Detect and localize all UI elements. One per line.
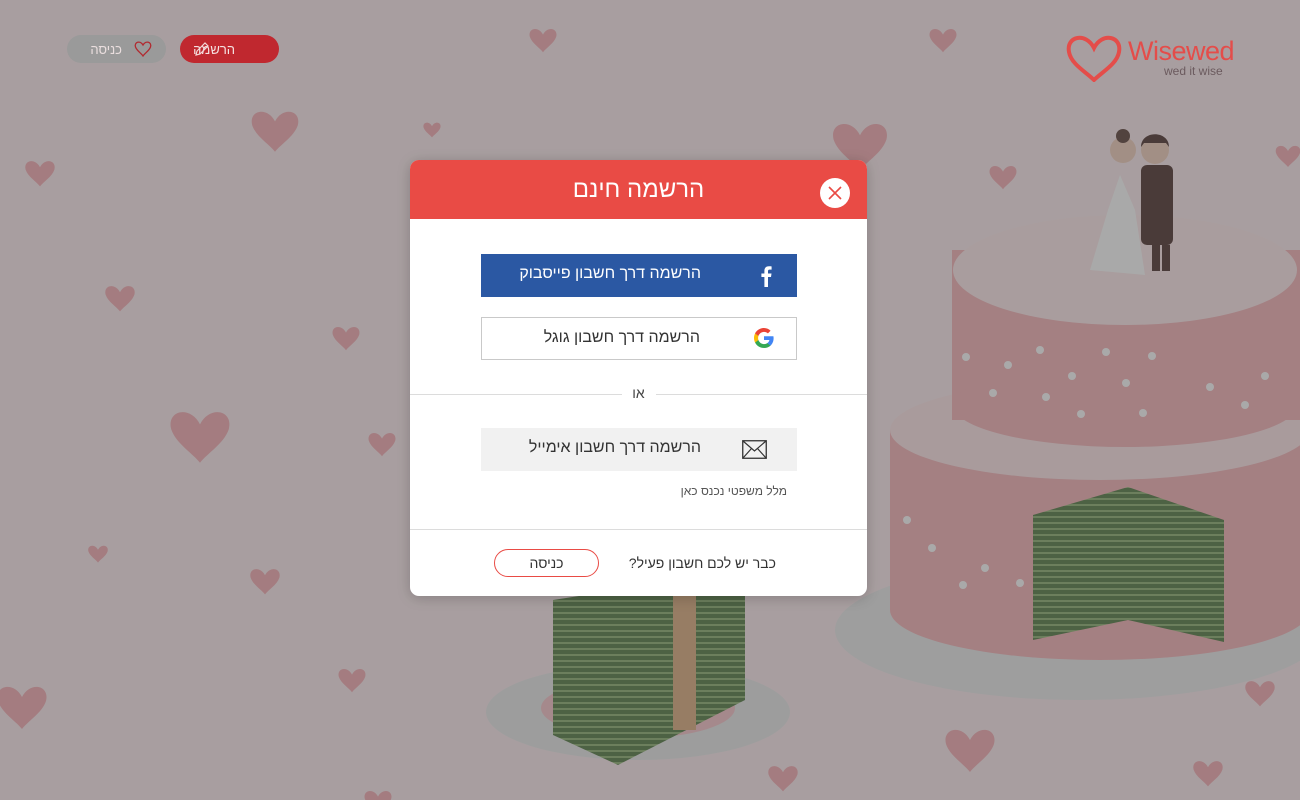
google-signup-label: הרשמה דרך חשבון גוגל bbox=[543, 329, 700, 346]
heart-logo-icon bbox=[1066, 36, 1122, 82]
header-signup-button[interactable]: הרשמה bbox=[180, 35, 279, 63]
modal-title: הרשמה חינם bbox=[572, 176, 705, 203]
google-signup-button[interactable]: הרשמה דרך חשבון גוגל bbox=[481, 317, 797, 360]
pencil-icon bbox=[195, 42, 209, 56]
logo-word: Wisewed bbox=[1128, 36, 1235, 66]
facebook-signup-label: הרשמה דרך חשבון פייסבוק bbox=[519, 265, 701, 282]
existing-account-question: כבר יש לכם חשבון פעיל? bbox=[628, 555, 776, 571]
or-label: או bbox=[632, 385, 645, 401]
header-login-label: כניסה bbox=[90, 42, 122, 57]
google-icon bbox=[754, 328, 774, 348]
envelope-icon bbox=[742, 440, 767, 459]
close-icon bbox=[828, 186, 842, 200]
facebook-icon bbox=[761, 266, 772, 287]
wisewed-logo[interactable]: Wisewed wed it wise bbox=[1066, 34, 1236, 84]
logo-tagline: wed it wise bbox=[1164, 64, 1223, 78]
facebook-signup-button[interactable]: הרשמה דרך חשבון פייסבוק bbox=[481, 254, 797, 297]
email-signup-label: הרשמה דרך חשבון אימייל bbox=[528, 439, 701, 456]
email-signup-button[interactable]: הרשמה דרך חשבון אימייל bbox=[481, 428, 797, 471]
modal-header: הרשמה חינם bbox=[410, 160, 867, 219]
close-button[interactable] bbox=[820, 178, 850, 208]
heart-icon bbox=[134, 41, 152, 58]
legal-text: מלל משפטי נכנס כאן bbox=[680, 484, 787, 498]
header-login-button[interactable]: כניסה bbox=[67, 35, 166, 63]
footer-divider bbox=[410, 529, 867, 530]
modal-login-button[interactable]: כניסה bbox=[494, 549, 599, 577]
signup-modal: הרשמה חינם הרשמה דרך חשבון פייסבוק הרשמה… bbox=[410, 160, 867, 596]
